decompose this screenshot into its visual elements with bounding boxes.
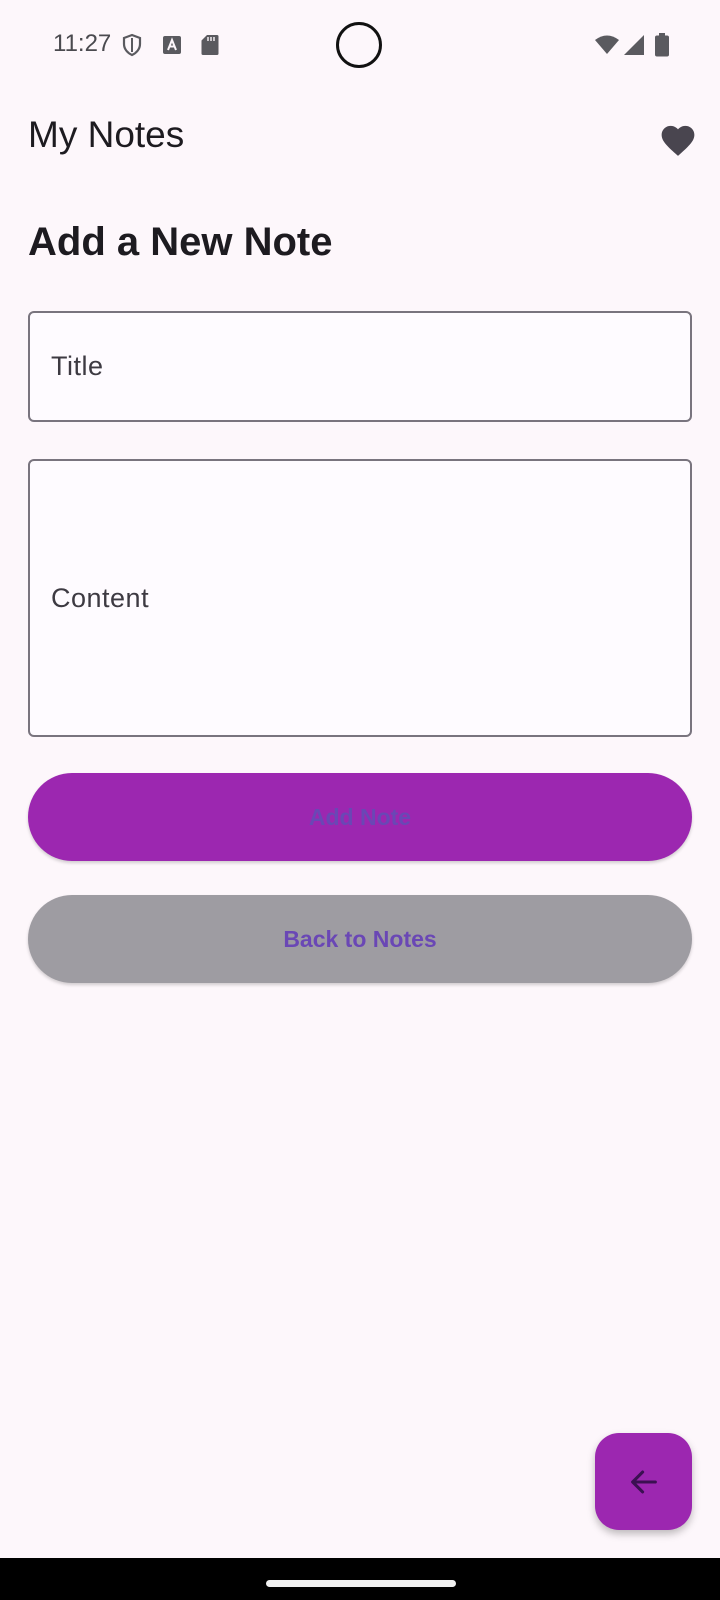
wifi-icon xyxy=(594,33,620,57)
status-time: 11:27 xyxy=(53,30,112,57)
battery-icon xyxy=(652,33,672,57)
title-field[interactable]: Title xyxy=(28,311,692,422)
keyboard-a-icon xyxy=(160,33,184,57)
app-title: My Notes xyxy=(28,114,185,155)
home-indicator[interactable] xyxy=(266,1580,456,1587)
sd-card-icon xyxy=(198,33,222,57)
back-to-notes-button[interactable]: Back to Notes xyxy=(28,895,692,983)
page-heading: Add a New Note xyxy=(28,220,333,264)
content-field-label: Content xyxy=(51,582,150,613)
status-bar: 11:27 xyxy=(0,0,720,92)
camera-cutout xyxy=(336,22,382,68)
add-note-button[interactable]: Add Note xyxy=(28,773,692,861)
shield-icon xyxy=(120,33,144,57)
signal-icon xyxy=(622,33,646,57)
navigation-bar xyxy=(0,1558,720,1600)
title-field-label: Title xyxy=(51,351,104,381)
content-field[interactable]: Content xyxy=(28,459,692,737)
heart-icon xyxy=(661,125,695,156)
back-fab[interactable] xyxy=(595,1433,692,1530)
arrow-left-icon xyxy=(630,1470,657,1493)
favorites-button[interactable] xyxy=(654,115,702,163)
